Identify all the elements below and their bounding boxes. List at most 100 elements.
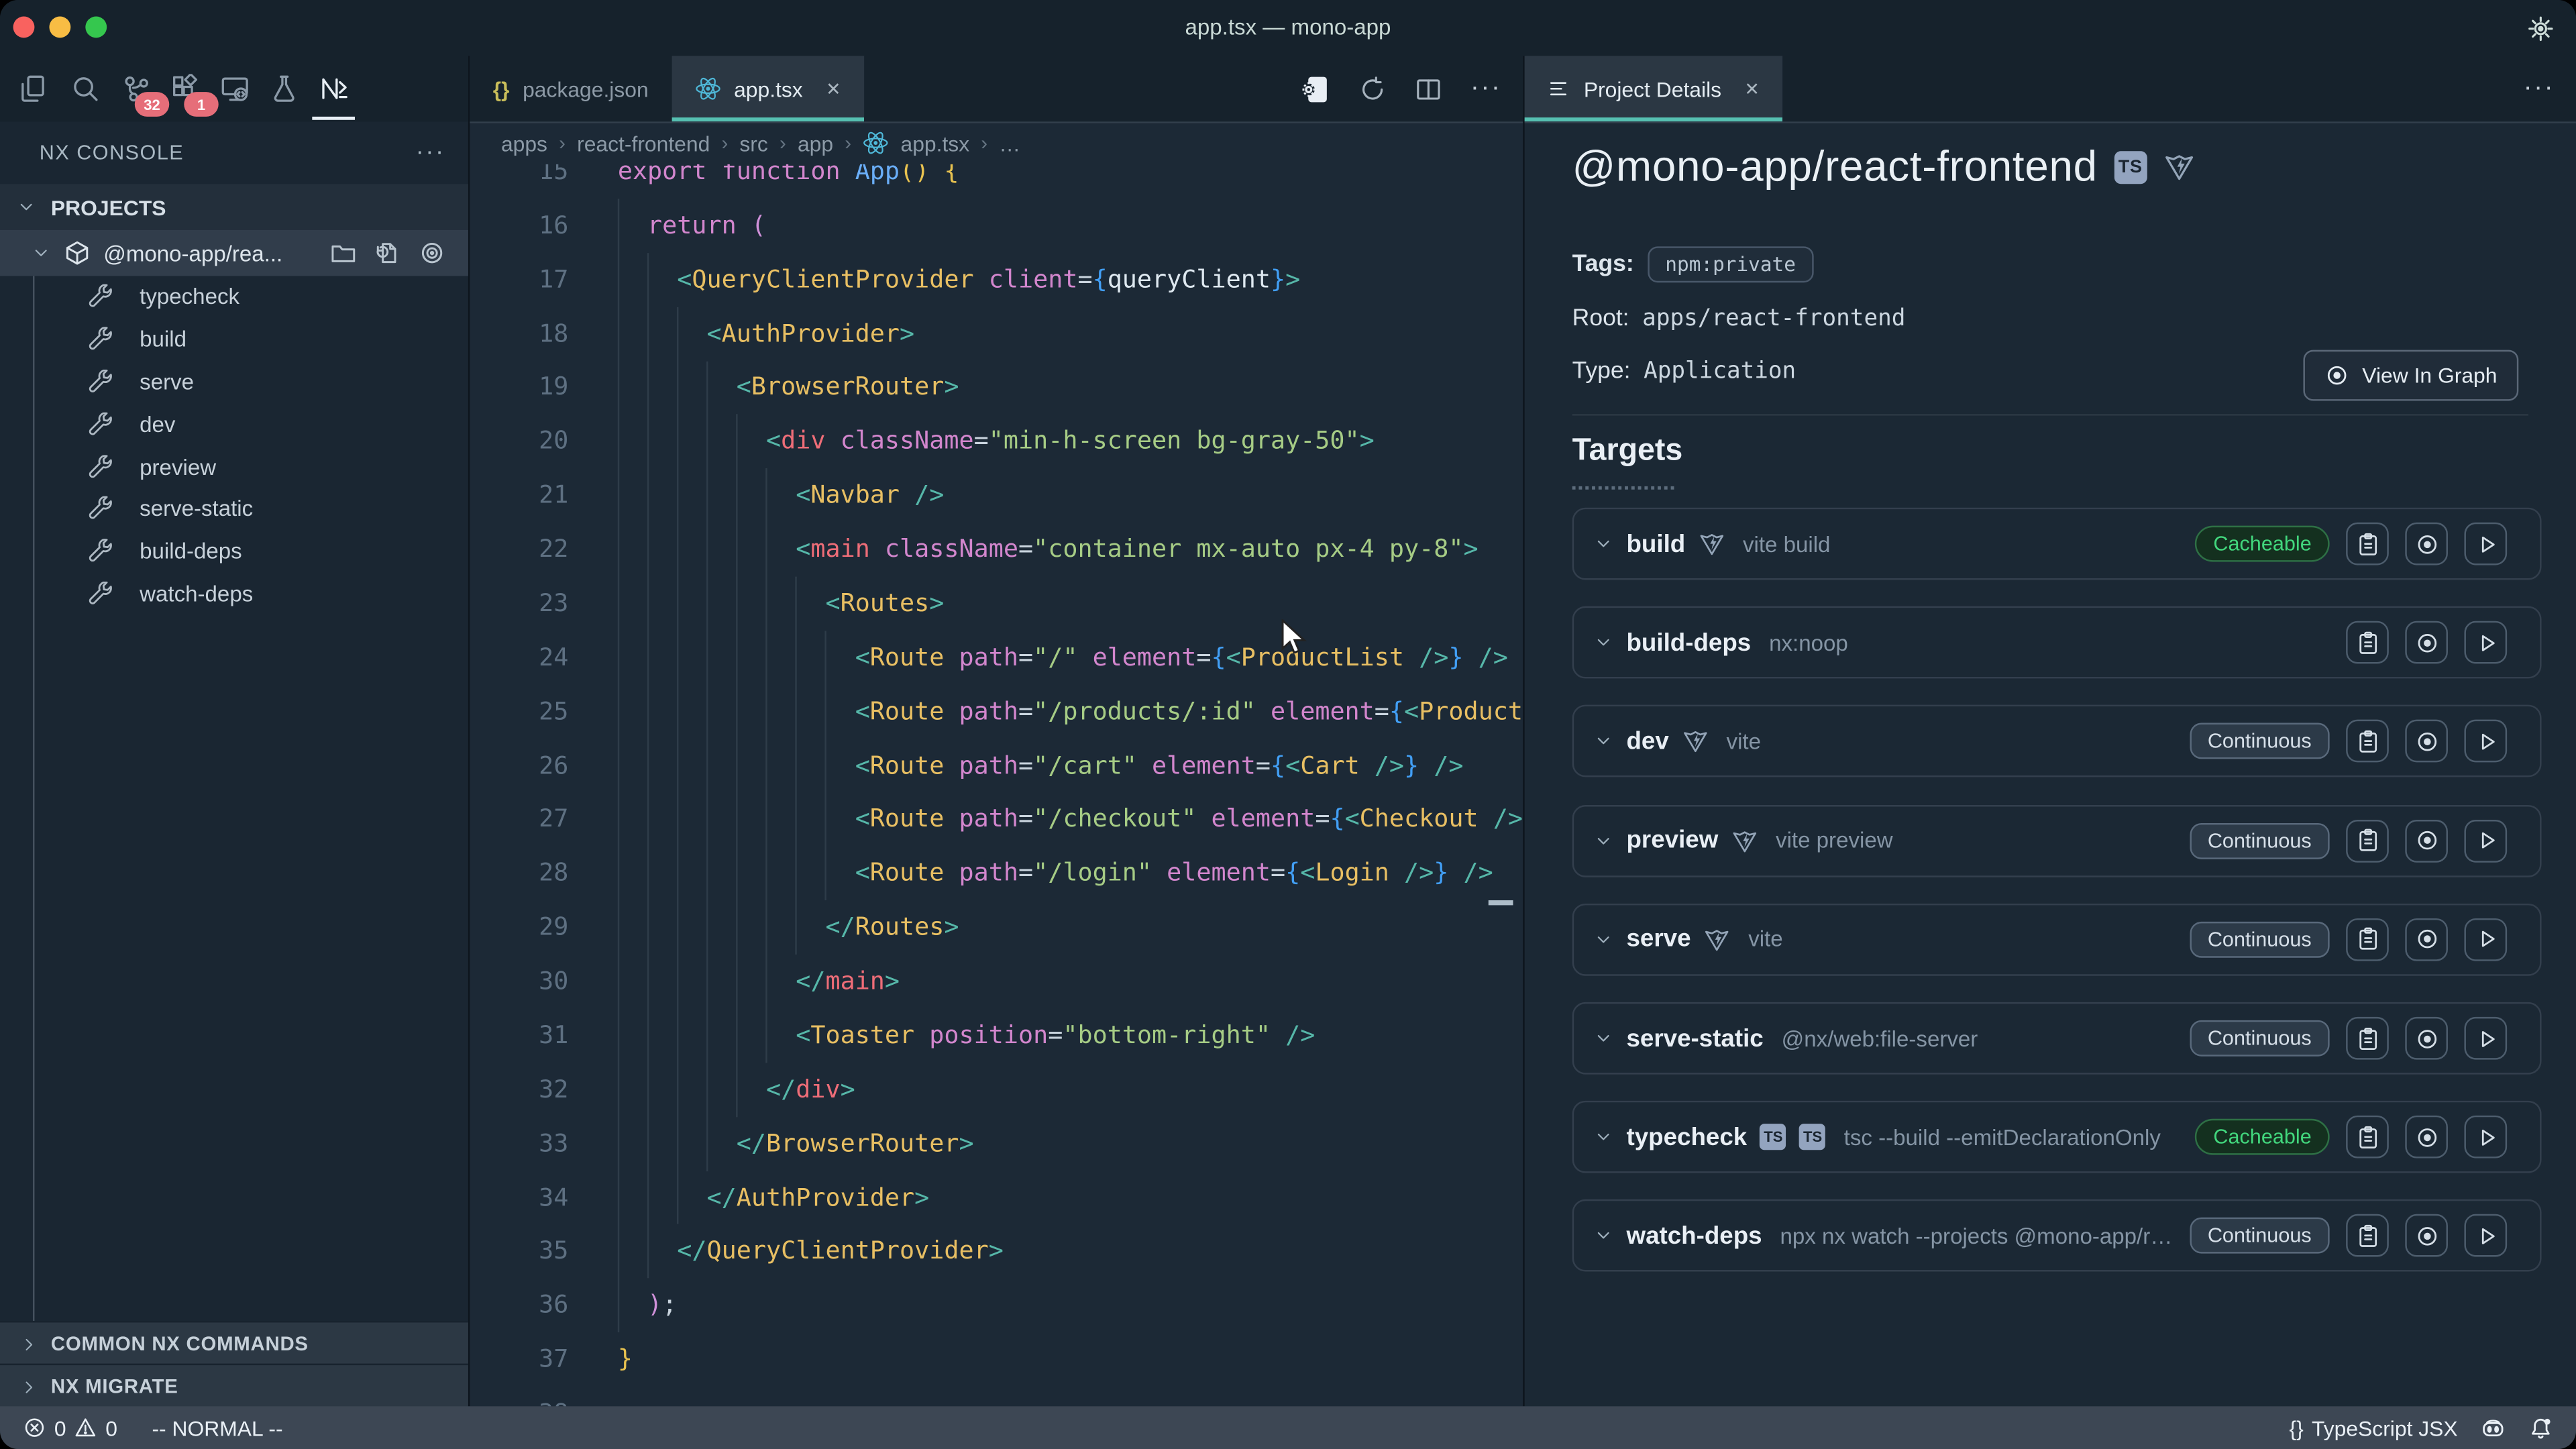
copy-task-button[interactable]	[2346, 1116, 2389, 1159]
sidebar-target-serve[interactable]: serve	[0, 361, 468, 403]
code-line[interactable]: 16 return (	[470, 199, 1523, 253]
target-card-serve[interactable]: serveviteContinuous	[1572, 903, 2542, 975]
code-line[interactable]: 28 <Route path="/login" element={<Login …	[470, 847, 1523, 901]
sidebar-target-typecheck[interactable]: typecheck	[0, 276, 468, 318]
vim-mode-indicator[interactable]: -- NORMAL --	[152, 1415, 282, 1440]
project-tree-item[interactable]: @mono-app/rea...	[0, 230, 468, 276]
sidebar-target-watch-deps[interactable]: watch-deps	[0, 573, 468, 615]
tab-app-tsx[interactable]: app.tsx ✕	[672, 56, 864, 121]
tab-project-details[interactable]: Project Details ✕	[1525, 56, 1783, 121]
breadcrumb-item[interactable]: app.tsx	[901, 131, 970, 156]
sidebar-target-build-deps[interactable]: build-deps	[0, 530, 468, 572]
code-line[interactable]: 24 <Route path="/" element={<ProductList…	[470, 631, 1523, 685]
projects-section-header[interactable]: PROJECTS	[0, 184, 468, 230]
panel-more-actions-icon[interactable]: ···	[2524, 82, 2555, 95]
settings-gear-icon[interactable]	[2527, 15, 2555, 43]
chevron-down-icon[interactable]	[1594, 1028, 1613, 1048]
breadcrumb-item[interactable]: react-frontend	[577, 131, 710, 156]
focus-target-icon[interactable]	[419, 240, 445, 266]
tab-package-json[interactable]: {} package.json	[470, 56, 672, 121]
activity-item-testing[interactable]	[264, 67, 304, 110]
code-line[interactable]: 23 <Routes>	[470, 576, 1523, 631]
chevron-down-icon[interactable]	[1594, 1226, 1613, 1246]
run-task-button[interactable]	[2464, 720, 2507, 763]
code-area[interactable]: 15export function App() {16 return (17 <…	[470, 164, 1523, 1406]
chevron-down-icon[interactable]	[1594, 732, 1613, 751]
code-line[interactable]: 35 </QueryClientProvider>	[470, 1224, 1523, 1279]
view-task-button[interactable]	[2405, 918, 2448, 961]
activity-item-search[interactable]	[66, 67, 105, 110]
sidebar-target-dev[interactable]: dev	[0, 403, 468, 445]
view-task-button[interactable]	[2405, 621, 2448, 664]
chevron-down-icon[interactable]	[1594, 930, 1613, 949]
activity-item-remote-explorer[interactable]	[215, 67, 255, 110]
run-task-button[interactable]	[2464, 1215, 2507, 1258]
target-card-preview[interactable]: previewvite previewContinuous	[1572, 804, 2542, 877]
close-tab-icon[interactable]: ✕	[1744, 78, 1760, 99]
sidebar-more-actions-icon[interactable]: ···	[416, 145, 445, 161]
view-task-button[interactable]	[2405, 1116, 2448, 1159]
code-line[interactable]: 22 <main className="container mx-auto px…	[470, 523, 1523, 577]
bell-icon[interactable]	[2528, 1415, 2553, 1440]
target-card-watch-deps[interactable]: watch-depsnpx nx watch --projects @mono-…	[1572, 1200, 2542, 1273]
activity-item-nx-console[interactable]	[314, 67, 354, 110]
target-card-build-deps[interactable]: build-depsnx:noop	[1572, 606, 2542, 679]
code-line[interactable]: 21 <Navbar />	[470, 468, 1523, 523]
language-mode[interactable]: {} TypeScript JSX	[2290, 1415, 2458, 1440]
view-task-button[interactable]	[2405, 819, 2448, 862]
breadcrumb-item[interactable]: …	[999, 131, 1020, 156]
sidebar-target-serve-static[interactable]: serve-static	[0, 488, 468, 530]
code-line[interactable]: 17 <QueryClientProvider client={queryCli…	[470, 252, 1523, 307]
chevron-down-icon[interactable]	[1594, 1127, 1613, 1146]
chevron-down-icon[interactable]	[1594, 633, 1613, 652]
run-task-button[interactable]	[2464, 621, 2507, 664]
code-line[interactable]: 34 </AuthProvider>	[470, 1171, 1523, 1225]
code-line[interactable]: 32 </div>	[470, 1063, 1523, 1117]
breadcrumb-item[interactable]: app	[798, 131, 833, 156]
run-task-button[interactable]	[2464, 1017, 2507, 1060]
sidebar-target-build[interactable]: build	[0, 319, 468, 361]
code-line[interactable]: 25 <Route path="/products/:id" element={…	[470, 684, 1523, 739]
code-line[interactable]: 30 </main>	[470, 955, 1523, 1009]
code-line[interactable]: 20 <div className="min-h-screen bg-gray-…	[470, 415, 1523, 469]
code-line[interactable]: 15export function App() {	[470, 164, 1523, 199]
chevron-down-icon[interactable]	[1594, 830, 1613, 850]
target-card-serve-static[interactable]: serve-static@nx/web:file-serverContinuou…	[1572, 1002, 2542, 1075]
code-line[interactable]: 38	[470, 1387, 1523, 1406]
more-actions-icon[interactable]: ···	[1470, 82, 1501, 95]
copy-task-button[interactable]	[2346, 1017, 2389, 1060]
run-task-button[interactable]	[2464, 1116, 2507, 1159]
activity-item-explorer[interactable]	[13, 67, 53, 110]
copy-task-button[interactable]	[2346, 720, 2389, 763]
breadcrumb-item[interactable]: apps	[501, 131, 547, 156]
sidebar-target-preview[interactable]: preview	[0, 445, 468, 488]
open-project-config-icon[interactable]	[1299, 73, 1331, 105]
code-line[interactable]: 29 </Routes>	[470, 900, 1523, 955]
reload-icon[interactable]	[1358, 74, 1387, 103]
view-in-graph-button[interactable]: View In Graph	[2303, 350, 2518, 401]
code-line[interactable]: 19 <BrowserRouter>	[470, 360, 1523, 415]
breadcrumb-item[interactable]: src	[739, 131, 767, 156]
run-task-button[interactable]	[2464, 819, 2507, 862]
target-card-dev[interactable]: devviteContinuous	[1572, 706, 2542, 778]
common-nx-commands-section[interactable]: COMMON NX COMMANDS	[0, 1321, 468, 1365]
code-line[interactable]: 26 <Route path="/cart" element={<Cart />…	[470, 739, 1523, 793]
copy-task-button[interactable]	[2346, 621, 2389, 664]
close-tab-icon[interactable]: ✕	[826, 78, 841, 99]
view-task-button[interactable]	[2405, 720, 2448, 763]
split-editor-icon[interactable]	[1415, 74, 1443, 103]
code-line[interactable]: 31 <Toaster position="bottom-right" />	[470, 1008, 1523, 1063]
copy-task-button[interactable]	[2346, 523, 2389, 566]
code-line[interactable]: 18 <AuthProvider>	[470, 307, 1523, 361]
target-card-typecheck[interactable]: typecheckTSTStsc --build --emitDeclarati…	[1572, 1101, 2542, 1173]
folder-icon[interactable]	[330, 240, 356, 266]
activity-item-extensions[interactable]: 1	[166, 67, 205, 110]
copy-task-button[interactable]	[2346, 1215, 2389, 1258]
nx-migrate-section[interactable]: NX MIGRATE	[0, 1364, 468, 1408]
view-task-button[interactable]	[2405, 1017, 2448, 1060]
activity-item-source-control[interactable]: 32	[117, 67, 156, 110]
copilot-icon[interactable]	[2481, 1415, 2506, 1440]
code-line[interactable]: 37}	[470, 1332, 1523, 1387]
copy-task-button[interactable]	[2346, 819, 2389, 862]
code-line[interactable]: 33 </BrowserRouter>	[470, 1116, 1523, 1171]
